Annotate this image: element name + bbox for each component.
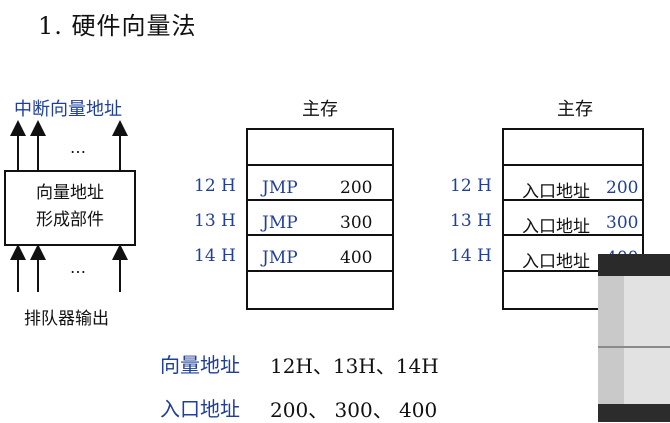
mem2-row1-val: 200 — [606, 178, 639, 198]
mem1-row1-val: 200 — [340, 178, 373, 198]
mem2-addr-13h: 13 H — [450, 211, 492, 231]
webcam-overlay — [598, 254, 670, 422]
main-memory-header-2: 主存 — [557, 99, 593, 120]
mem1-row1-op: JMP — [262, 178, 298, 198]
entry-address-summary-values: 200、 300、 400 — [270, 398, 438, 422]
mem1-row3-op: JMP — [262, 248, 298, 268]
vector-address-generator-box: 向量地址 形成部件 — [4, 170, 136, 246]
generator-line-1: 向量地址 — [36, 183, 104, 203]
mem1-row2-op: JMP — [262, 213, 298, 233]
mem2-row2-val: 300 — [606, 213, 639, 233]
mem1-addr-13h: 13 H — [194, 211, 236, 231]
mem1-row3-val: 400 — [340, 248, 373, 268]
dots-top: … — [70, 138, 86, 157]
mem2-addr-14h: 14 H — [450, 246, 492, 266]
mem2-row3-text: 入口地址 — [522, 252, 590, 272]
vector-address-summary-values: 12H、13H、14H — [270, 354, 439, 378]
main-memory-1: JMP 200 JMP 300 JMP 400 — [246, 128, 394, 310]
mem2-row2-text: 入口地址 — [522, 217, 590, 237]
mem1-row2-val: 300 — [340, 213, 373, 233]
main-memory-header-1: 主存 — [302, 99, 338, 120]
mem1-addr-12h: 12 H — [194, 176, 236, 196]
mem2-addr-12h: 12 H — [450, 176, 492, 196]
dots-bottom: … — [70, 258, 86, 277]
mem1-addr-14h: 14 H — [194, 246, 236, 266]
entry-address-summary-label: 入口地址 — [160, 397, 240, 421]
vector-address-summary-label: 向量地址 — [160, 353, 240, 377]
generator-line-2: 形成部件 — [36, 210, 104, 230]
mem2-row1-text: 入口地址 — [522, 182, 590, 202]
queue-output-label: 排队器输出 — [24, 309, 109, 329]
